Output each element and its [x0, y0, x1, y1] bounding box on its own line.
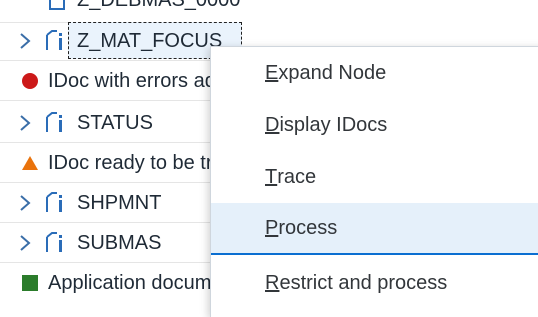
menu-item-mnemonic: D — [265, 113, 280, 136]
menu-item-trace[interactable]: Trace — [211, 151, 538, 203]
red-dot-icon — [22, 73, 38, 89]
document-icon — [46, 192, 62, 212]
menu-item-label: estrict and process — [279, 271, 448, 294]
menu-item-label: rocess — [278, 216, 338, 239]
tree-node-label: Z_DEBMAS_0000 — [77, 0, 241, 11]
menu-item-mnemonic: P — [265, 216, 279, 239]
menu-item-label: isplay IDocs — [279, 113, 388, 136]
context-menu: Expand Node Display IDocs Trace Process … — [210, 46, 538, 317]
menu-item-mnemonic: E — [265, 61, 279, 84]
tree-node-label: SUBMAS — [77, 232, 162, 254]
menu-item-label: race — [277, 165, 317, 188]
menu-item-mnemonic: R — [265, 271, 280, 294]
document-icon — [46, 232, 62, 252]
menu-item-expand-node[interactable]: Expand Node — [211, 47, 538, 99]
document-icon — [46, 112, 62, 132]
menu-item-mnemonic: T — [265, 165, 278, 188]
green-square-icon — [22, 275, 38, 291]
menu-item-display-idocs[interactable]: Display IDocs — [211, 99, 538, 151]
menu-item-restrict-and-process[interactable]: Restrict and process — [211, 257, 538, 309]
tree-node-label: SHPMNT — [77, 192, 162, 214]
tree-node-label: STATUS — [77, 112, 153, 134]
chevron-right-icon[interactable] — [18, 233, 32, 253]
menu-item-process[interactable]: Process — [211, 203, 538, 255]
document-icon — [49, 0, 65, 10]
chevron-right-icon[interactable] — [18, 31, 32, 51]
chevron-right-icon[interactable] — [18, 113, 32, 133]
warning-triangle-icon — [22, 156, 38, 170]
chevron-right-icon[interactable] — [18, 193, 32, 213]
menu-item-label: xpand Node — [278, 61, 387, 84]
tree-node-label: Z_MAT_FOCUS — [77, 30, 223, 52]
document-icon — [46, 30, 62, 50]
